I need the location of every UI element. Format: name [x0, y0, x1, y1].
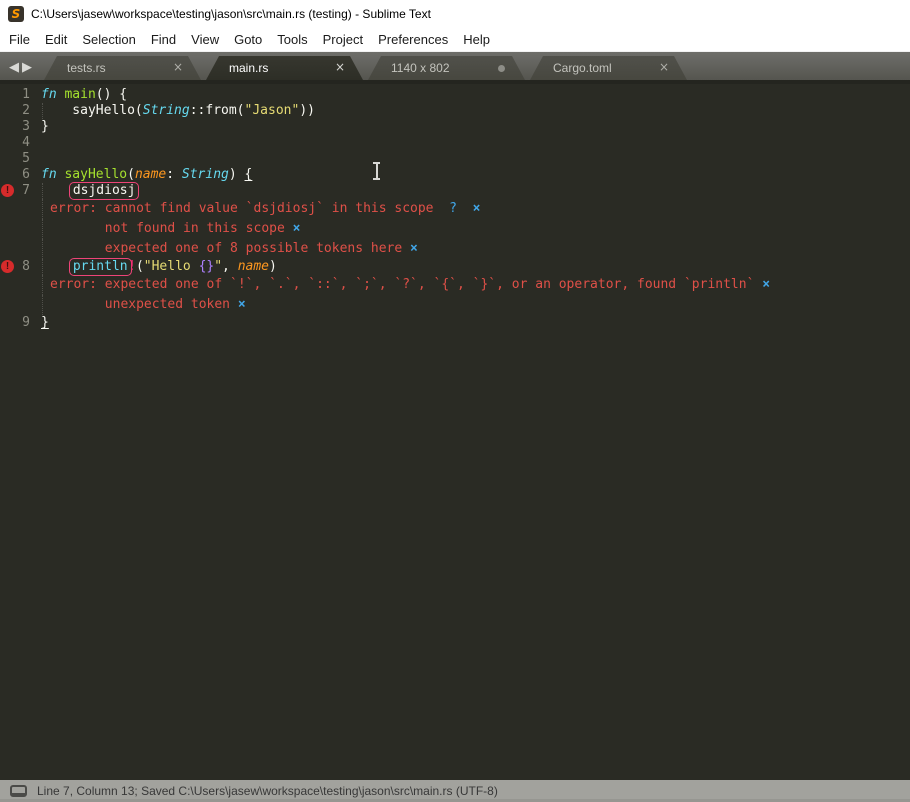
menu-view[interactable]: View [191, 32, 219, 47]
error-annotation-line: error: cannot find value `dsjdiosj` in t… [0, 199, 910, 219]
code-line: 3} [0, 119, 910, 135]
mouse-ibeam-cursor [372, 162, 381, 180]
line-content: println!("Hello {}", name) [36, 258, 277, 276]
code-line: 1 fn main() { [0, 87, 910, 103]
gutter: ! 7 [0, 183, 36, 199]
tab-label: Cargo.toml [553, 61, 612, 75]
gutter [0, 239, 36, 259]
line-content: fn sayHello(name: String) { [41, 167, 253, 182]
line-content: dsjdiosj [36, 182, 140, 200]
status-bar: Line 7, Column 13; Saved C:\Users\jasew\… [0, 780, 910, 802]
panel-toggle-icon[interactable] [10, 785, 27, 797]
editor-rows: 1 fn main() {2 sayHello(String::from("Jas… [0, 87, 910, 331]
gutter [0, 199, 36, 219]
line-number: 5 [22, 151, 30, 166]
tab-label: tests.rs [67, 61, 106, 75]
menu-preferences[interactable]: Preferences [378, 32, 448, 47]
gutter: 5 [0, 151, 36, 167]
code-line: 9} [0, 315, 910, 331]
error-annotation-line: unexpected token × [0, 295, 910, 315]
line-number: 2 [22, 103, 30, 118]
menu-file[interactable]: File [9, 32, 30, 47]
error-gutter-icon: ! [1, 184, 14, 197]
tab-close-icon[interactable]: × [173, 60, 183, 74]
tab-main.rs[interactable]: main.rs × [206, 56, 363, 80]
editor-pane[interactable]: 1 fn main() {2 sayHello(String::from("Jas… [0, 84, 910, 780]
line-content: expected one of 8 possible tokens here × [36, 239, 418, 259]
tab-strip: tests.rs × main.rs × 1140 x 802 Cargo.toml × [44, 56, 692, 80]
gutter [0, 275, 36, 295]
sublime-logo-icon: S [8, 6, 24, 22]
nav-back-icon[interactable]: ◀ [9, 61, 19, 75]
gutter: 4 [0, 135, 36, 151]
code-line: ! 7 dsjdiosj [0, 182, 910, 200]
annotation-close-icon[interactable]: × [762, 277, 770, 292]
menu-find[interactable]: Find [151, 32, 176, 47]
error-annotation-line: error: expected one of `!`, `.`, `::`, `… [0, 275, 910, 295]
tab-tests.rs[interactable]: tests.rs × [44, 56, 201, 80]
line-content: } [41, 315, 49, 330]
line-content: unexpected token × [36, 295, 246, 315]
menu-goto[interactable]: Goto [234, 32, 262, 47]
line-content: fn main() { [41, 87, 128, 102]
menu-bar: File Edit Selection Find View Goto Tools Projec… [0, 28, 910, 52]
gutter [0, 219, 36, 239]
code-line: 5 [0, 151, 910, 167]
gutter: ! 8 [0, 259, 36, 275]
tab-label: main.rs [229, 61, 269, 75]
line-number: 6 [22, 167, 30, 182]
gutter: 3 [0, 119, 36, 135]
line-content: } [41, 119, 49, 134]
gutter: 9 [0, 315, 36, 331]
line-number: 8 [22, 259, 30, 274]
tab-nav-arrows: ◀ ▶ [9, 61, 32, 75]
error-annotation-line: expected one of 8 possible tokens here × [0, 239, 910, 259]
menu-edit[interactable]: Edit [45, 32, 67, 47]
menu-selection[interactable]: Selection [82, 32, 135, 47]
code-line: 6 fn sayHello(name: String) { [0, 167, 910, 183]
annotation-help-icon[interactable]: ? [449, 201, 457, 216]
line-number: 9 [22, 315, 30, 330]
line-content: error: cannot find value `dsjdiosj` in t… [36, 199, 480, 219]
line-content [36, 135, 41, 151]
error-region-box: dsjdiosj [68, 182, 140, 200]
annotation-close-icon[interactable]: × [238, 297, 246, 312]
nav-forward-icon[interactable]: ▶ [22, 61, 32, 75]
line-number: 4 [22, 135, 30, 150]
sublime-text-window: S C:\Users\jasew\workspace\testing\jason… [0, 0, 910, 802]
annotation-close-icon[interactable]: × [410, 241, 418, 256]
error-gutter-icon: ! [1, 260, 14, 273]
error-annotation-line: not found in this scope × [0, 219, 910, 239]
gutter [0, 295, 36, 315]
line-content: not found in this scope × [36, 219, 300, 239]
tab-cargo.toml[interactable]: Cargo.toml × [530, 56, 687, 80]
annotation-close-icon[interactable]: × [293, 221, 301, 236]
tab-close-icon[interactable]: × [659, 60, 669, 74]
tab-label: 1140 x 802 [391, 61, 450, 75]
title-bar: S C:\Users\jasew\workspace\testing\jason… [0, 0, 910, 28]
error-region-box: println [68, 258, 132, 276]
line-number: 1 [22, 87, 30, 102]
menu-project[interactable]: Project [323, 32, 363, 47]
tab-close-icon[interactable]: × [335, 60, 345, 74]
tab-1140-x-802[interactable]: 1140 x 802 [368, 56, 525, 80]
gutter: 6 [0, 167, 36, 183]
code-line: ! 8 println!("Hello {}", name) [0, 258, 910, 276]
line-content [36, 151, 41, 167]
menu-tools[interactable]: Tools [277, 32, 307, 47]
status-text: Line 7, Column 13; Saved C:\Users\jasew\… [37, 784, 498, 798]
annotation-close-icon[interactable]: × [473, 201, 481, 216]
window-title: C:\Users\jasew\workspace\testing\jason\s… [31, 7, 431, 21]
gutter: 1 [0, 87, 36, 103]
gutter: 2 [0, 103, 36, 119]
code-line: 4 [0, 135, 910, 151]
tab-bar: ◀ ▶ tests.rs × main.rs × 1140 x 802 Cargo.tom… [0, 52, 910, 84]
tab-modified-dot-icon [498, 65, 505, 72]
line-number: 7 [22, 183, 30, 198]
code-line: 2 sayHello(String::from("Jason")) [0, 103, 910, 119]
line-content: sayHello(String::from("Jason")) [36, 103, 315, 119]
line-content: error: expected one of `!`, `.`, `::`, `… [36, 275, 770, 295]
menu-help[interactable]: Help [463, 32, 490, 47]
line-number: 3 [22, 119, 30, 134]
